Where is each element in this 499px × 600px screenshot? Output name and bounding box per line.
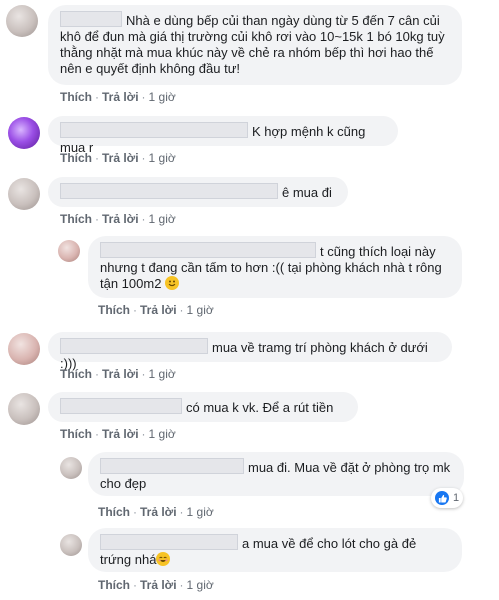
comment-text: Nhà e dùng bếp củi than ngày dùng từ 5 đ… [126,13,440,28]
like-link[interactable]: Thích [60,212,92,226]
like-link[interactable]: Thích [98,303,130,317]
comment-text: ê mua đi [282,185,332,200]
redacted-name[interactable] [60,183,278,199]
timestamp[interactable]: 1 giờ [149,90,176,104]
redacted-name[interactable] [100,534,238,550]
like-link[interactable]: Thích [98,505,130,519]
like-link[interactable]: Thích [60,151,92,165]
reply-link[interactable]: Trả lời [140,505,177,519]
avatar[interactable] [8,178,40,210]
avatar[interactable] [8,333,40,365]
reply-link[interactable]: Trả lời [140,578,177,592]
like-link[interactable]: Thích [60,367,92,381]
reply-actions: Thích · Trả lời · 1 giờ [98,578,214,592]
comment-actions: Thích · Trả lời · 1 giờ [60,151,176,165]
reply-text: mua đi. Mua về đặt ở phòng trọ mk [248,460,451,475]
timestamp[interactable]: 1 giờ [149,427,176,441]
comment-text: có mua k vk. Để a rút tiền [186,400,334,415]
comment-bubble: có mua k vk. Để a rút tiền [48,392,358,422]
comment-actions: Thích · Trả lời · 1 giờ [60,367,176,381]
like-link[interactable]: Thích [60,90,92,104]
timestamp[interactable]: 1 giờ [149,212,176,226]
reply-text: t cũng thích loại này [320,244,436,259]
smiling-emoji-icon [165,276,180,290]
avatar[interactable] [8,393,40,425]
comment-text-continued: khô để đun mà giá thị trường củi khô rơi… [60,29,445,76]
timestamp[interactable]: 1 giờ [149,151,176,165]
reply-text-continued: nhá [134,552,157,567]
reply-link[interactable]: Trả lời [140,303,177,317]
reply-actions: Thích · Trả lời · 1 giờ [98,505,214,519]
like-icon [435,491,449,505]
avatar[interactable] [60,534,82,556]
redacted-name[interactable] [60,398,182,414]
reaction-count[interactable]: 1 [431,488,464,508]
redacted-name[interactable] [100,458,244,474]
reply-bubble: mua đi. Mua về đặt ở phòng trọ mk cho đẹ… [88,452,464,496]
avatar[interactable] [8,117,40,149]
comment-bubble: mua về tramg trí phòng khách ở dưới :))) [48,332,452,371]
timestamp[interactable]: 1 giờ [187,303,214,317]
reply-link[interactable]: Trả lời [102,212,139,226]
reply-link[interactable]: Trả lời [102,151,139,165]
reply-bubble: a mua về để cho lót cho gà đẻ trứng nhá [88,528,462,572]
comment-actions: Thích · Trả lời · 1 giờ [60,212,176,226]
reply-link[interactable]: Trả lời [102,367,139,381]
comment-actions: Thích · Trả lời · 1 giờ [60,427,176,441]
like-link[interactable]: Thích [60,427,92,441]
reply-text-continued: cho đẹp [100,476,147,491]
redacted-name[interactable] [60,11,122,27]
reply-link[interactable]: Trả lời [102,427,139,441]
comment-bubble: K hợp mệnh k cũng mua r [48,116,398,155]
like-link[interactable]: Thích [98,578,130,592]
avatar[interactable] [58,240,80,262]
grinning-emoji-icon [156,552,171,566]
avatar[interactable] [60,457,82,479]
timestamp[interactable]: 1 giờ [149,367,176,381]
reply-link[interactable]: Trả lời [102,90,139,104]
comment-bubble: ê mua đi [48,177,348,207]
timestamp[interactable]: 1 giờ [187,505,214,519]
reaction-count-number: 1 [453,492,460,504]
reply-text-continued: nhưng t đang cần tấm to hơn :(( tại phòn… [100,260,442,291]
redacted-name[interactable] [60,122,248,138]
reply-bubble: t cũng thích loại này nhưng t đang cần t… [88,236,462,298]
comment-bubble: Nhà e dùng bếp củi than ngày dùng từ 5 đ… [48,5,462,85]
redacted-name[interactable] [100,242,316,258]
comment-actions: Thích · Trả lời · 1 giờ [60,90,176,104]
avatar[interactable] [6,5,38,37]
redacted-name[interactable] [60,338,208,354]
timestamp[interactable]: 1 giờ [187,578,214,592]
reply-actions: Thích · Trả lời · 1 giờ [98,303,214,317]
